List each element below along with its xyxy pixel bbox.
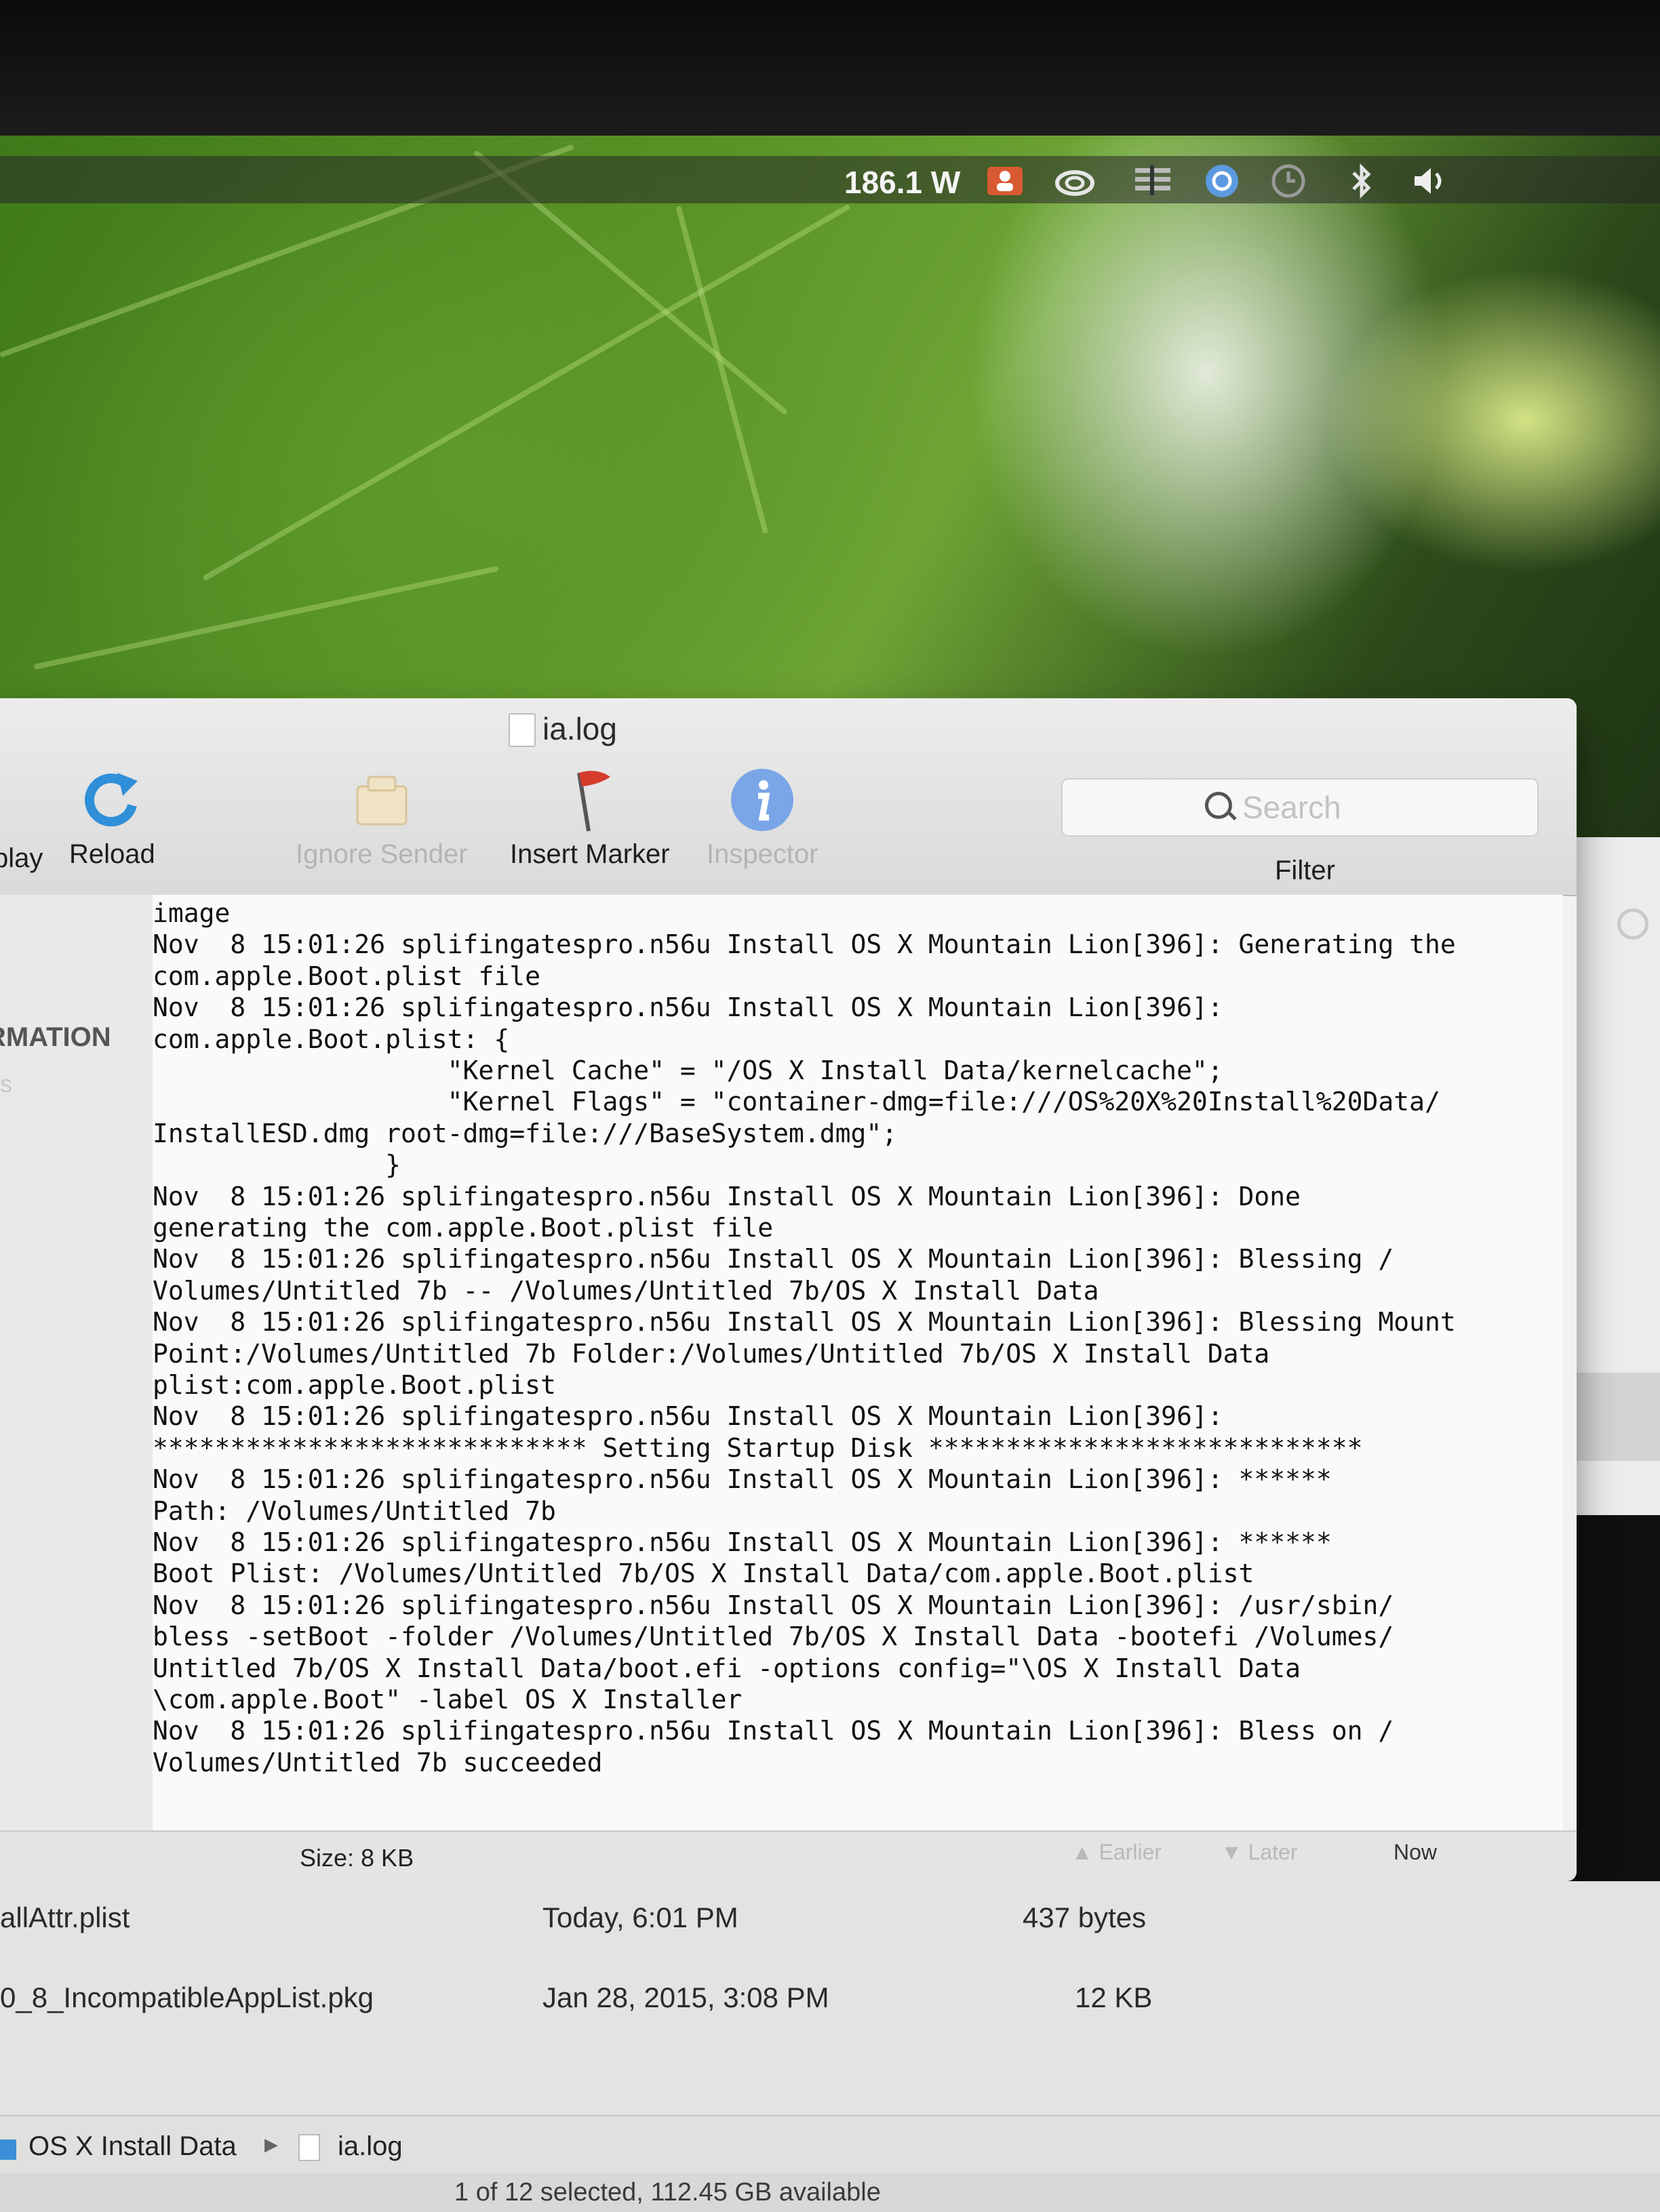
log-line: Volumes/Untitled 7b succeeded	[153, 1747, 603, 1777]
log-line: Nov 8 15:01:26 splifingatespro.n56u Inst…	[153, 1401, 1223, 1432]
ignore-sender-label: Ignore Sender	[296, 839, 468, 869]
log-line: Untitled 7b/OS X Install Data/boot.efi -…	[153, 1653, 1301, 1683]
document-icon	[509, 713, 536, 747]
display-button[interactable]: play	[0, 843, 43, 874]
file-date: Today, 6:01 PM	[542, 1902, 738, 1933]
flag-icon	[556, 766, 624, 834]
user-icon[interactable]	[985, 164, 1025, 198]
earlier-button[interactable]: ▲ Earlier	[1071, 1840, 1162, 1872]
log-line: Nov 8 15:01:26 splifingatespro.n56u Inst…	[153, 1244, 1394, 1274]
folder-icon	[0, 2139, 16, 2160]
log-line: Nov 8 15:01:26 splifingatespro.n56u Inst…	[153, 929, 1456, 960]
log-line: Nov 8 15:01:26 splifingatespro.n56u Inst…	[153, 992, 1223, 1023]
log-line: Nov 8 15:01:26 splifingatespro.n56u Inst…	[153, 1527, 1332, 1557]
creative-cloud-icon[interactable]	[1054, 164, 1095, 198]
reload-label: Reload	[69, 839, 155, 869]
path-item-file[interactable]: ia.log	[338, 2131, 403, 2162]
log-line: com.apple.Boot.plist: {	[153, 1024, 510, 1054]
document-icon	[298, 2134, 320, 2161]
reload-icon	[78, 766, 146, 834]
reload-button[interactable]: Reload	[69, 766, 155, 870]
menu-extra-icon[interactable]	[1132, 164, 1173, 198]
log-line: generating the com.apple.Boot.plist file	[153, 1213, 774, 1243]
file-size: 437 bytes	[1023, 1902, 1147, 1933]
log-line: Boot Plist: /Volumes/Untitled 7b/OS X In…	[153, 1559, 1254, 1589]
insert-marker-button[interactable]: Insert Marker	[510, 766, 670, 870]
file-date: Jan 28, 2015, 3:08 PM	[542, 1982, 829, 2013]
info-icon	[728, 766, 796, 834]
path-item-folder[interactable]: OS X Install Data	[28, 2131, 237, 2162]
log-line: bless -setBoot -folder /Volumes/Untitled…	[153, 1622, 1394, 1652]
log-line: Point:/Volumes/Untitled 7b Folder:/Volum…	[153, 1338, 1270, 1369]
bluetooth-icon[interactable]	[1341, 163, 1382, 199]
menu-bar: 186.1 W	[0, 156, 1660, 203]
log-line: Path: /Volumes/Untitled 7b	[153, 1495, 556, 1526]
log-line: Nov 8 15:01:26 splifingatespro.n56u Inst…	[153, 1181, 1301, 1211]
now-button[interactable]: Now	[1394, 1840, 1437, 1872]
log-line: com.apple.Boot.plist file	[153, 961, 540, 991]
path-bar: OS X Install Data ▶ ia.log	[0, 2115, 1660, 2174]
display-label: play	[0, 843, 43, 873]
log-line: Nov 8 15:01:26 splifingatespro.n56u Inst…	[153, 1464, 1332, 1495]
file-name: 0_8_IncompatibleAppList.pkg	[0, 1982, 374, 2013]
log-line: Nov 8 15:01:26 splifingatespro.n56u Inst…	[153, 1716, 1394, 1746]
screen-bezel	[0, 0, 1660, 136]
log-line: InstallESD.dmg root-dmg=file:///BaseSyst…	[153, 1118, 898, 1148]
sidebar-section-header: RMATION	[0, 1022, 111, 1052]
log-line: Volumes/Untitled 7b -- /Volumes/Untitled…	[153, 1275, 1099, 1306]
finder-status-bar: 1 of 12 selected, 112.45 GB available	[0, 2173, 1660, 2212]
file-row[interactable]: allAttr.plist Today, 6:01 PM 437 bytes	[0, 1881, 1660, 1956]
inspector-label: Inspector	[707, 839, 818, 869]
log-line: Nov 8 15:01:26 splifingatespro.n56u Inst…	[153, 1307, 1456, 1338]
search-icon[interactable]	[1617, 908, 1648, 940]
time-machine-icon[interactable]	[1268, 164, 1309, 198]
power-reading[interactable]: 186.1 W	[844, 164, 960, 201]
up-arrow-icon: ▲	[1071, 1840, 1099, 1864]
volume-icon[interactable]	[1409, 164, 1450, 198]
window-title: ia.log	[542, 711, 617, 746]
log-line: \com.apple.Boot" -label OS X Installer	[153, 1685, 743, 1714]
console-window: ia.log play Reload Ignore Sender Insert …	[0, 698, 1577, 1881]
log-line: "Kernel Cache" = "/OS X Install Data/ker…	[153, 1055, 1223, 1085]
log-sidebar: RMATION es	[0, 895, 154, 1830]
log-line: plist:com.apple.Boot.plist	[153, 1370, 556, 1400]
sync-icon[interactable]	[1202, 164, 1242, 198]
file-size-label: Size: 8 KB	[300, 1844, 414, 1872]
sidebar-item[interactable]: es	[0, 1070, 12, 1098]
search-placeholder: Search	[1242, 790, 1341, 825]
magnifier-icon	[1205, 792, 1232, 819]
log-text-area[interactable]: image Nov 8 15:01:26 splifingatespro.n56u…	[153, 895, 1563, 1830]
window-toolbar: ia.log play Reload Ignore Sender Insert …	[0, 698, 1577, 896]
selection-status: 1 of 12 selected, 112.45 GB available	[454, 2178, 881, 2207]
file-row[interactable]: 0_8_IncompatibleAppList.pkg Jan 28, 2015…	[0, 1961, 1660, 2036]
search-field[interactable]: Search	[1061, 778, 1539, 837]
file-name: allAttr.plist	[0, 1902, 130, 1933]
insert-marker-label: Insert Marker	[510, 839, 670, 869]
log-line: Nov 8 15:01:26 splifingatespro.n56u Inst…	[153, 1590, 1394, 1620]
down-arrow-icon: ▼	[1221, 1840, 1248, 1864]
log-line: "Kernel Flags" = "container-dmg=file:///…	[153, 1087, 1440, 1117]
ignore-sender-icon	[348, 766, 416, 834]
window-status-bar: Size: 8 KB ▲ Earlier ▼ Later Now	[0, 1830, 1577, 1881]
filter-label: Filter	[1275, 856, 1335, 885]
log-line: **************************** Setting Sta…	[153, 1432, 1363, 1463]
file-size: 12 KB	[1075, 1982, 1153, 2013]
log-line: image	[153, 898, 231, 928]
log-line: }	[153, 1150, 401, 1180]
chevron-right-icon: ▶	[264, 2134, 278, 2154]
later-button[interactable]: ▼ Later	[1221, 1840, 1298, 1872]
inspector-button[interactable]: Inspector	[707, 766, 818, 870]
ignore-sender-button[interactable]: Ignore Sender	[296, 766, 468, 870]
